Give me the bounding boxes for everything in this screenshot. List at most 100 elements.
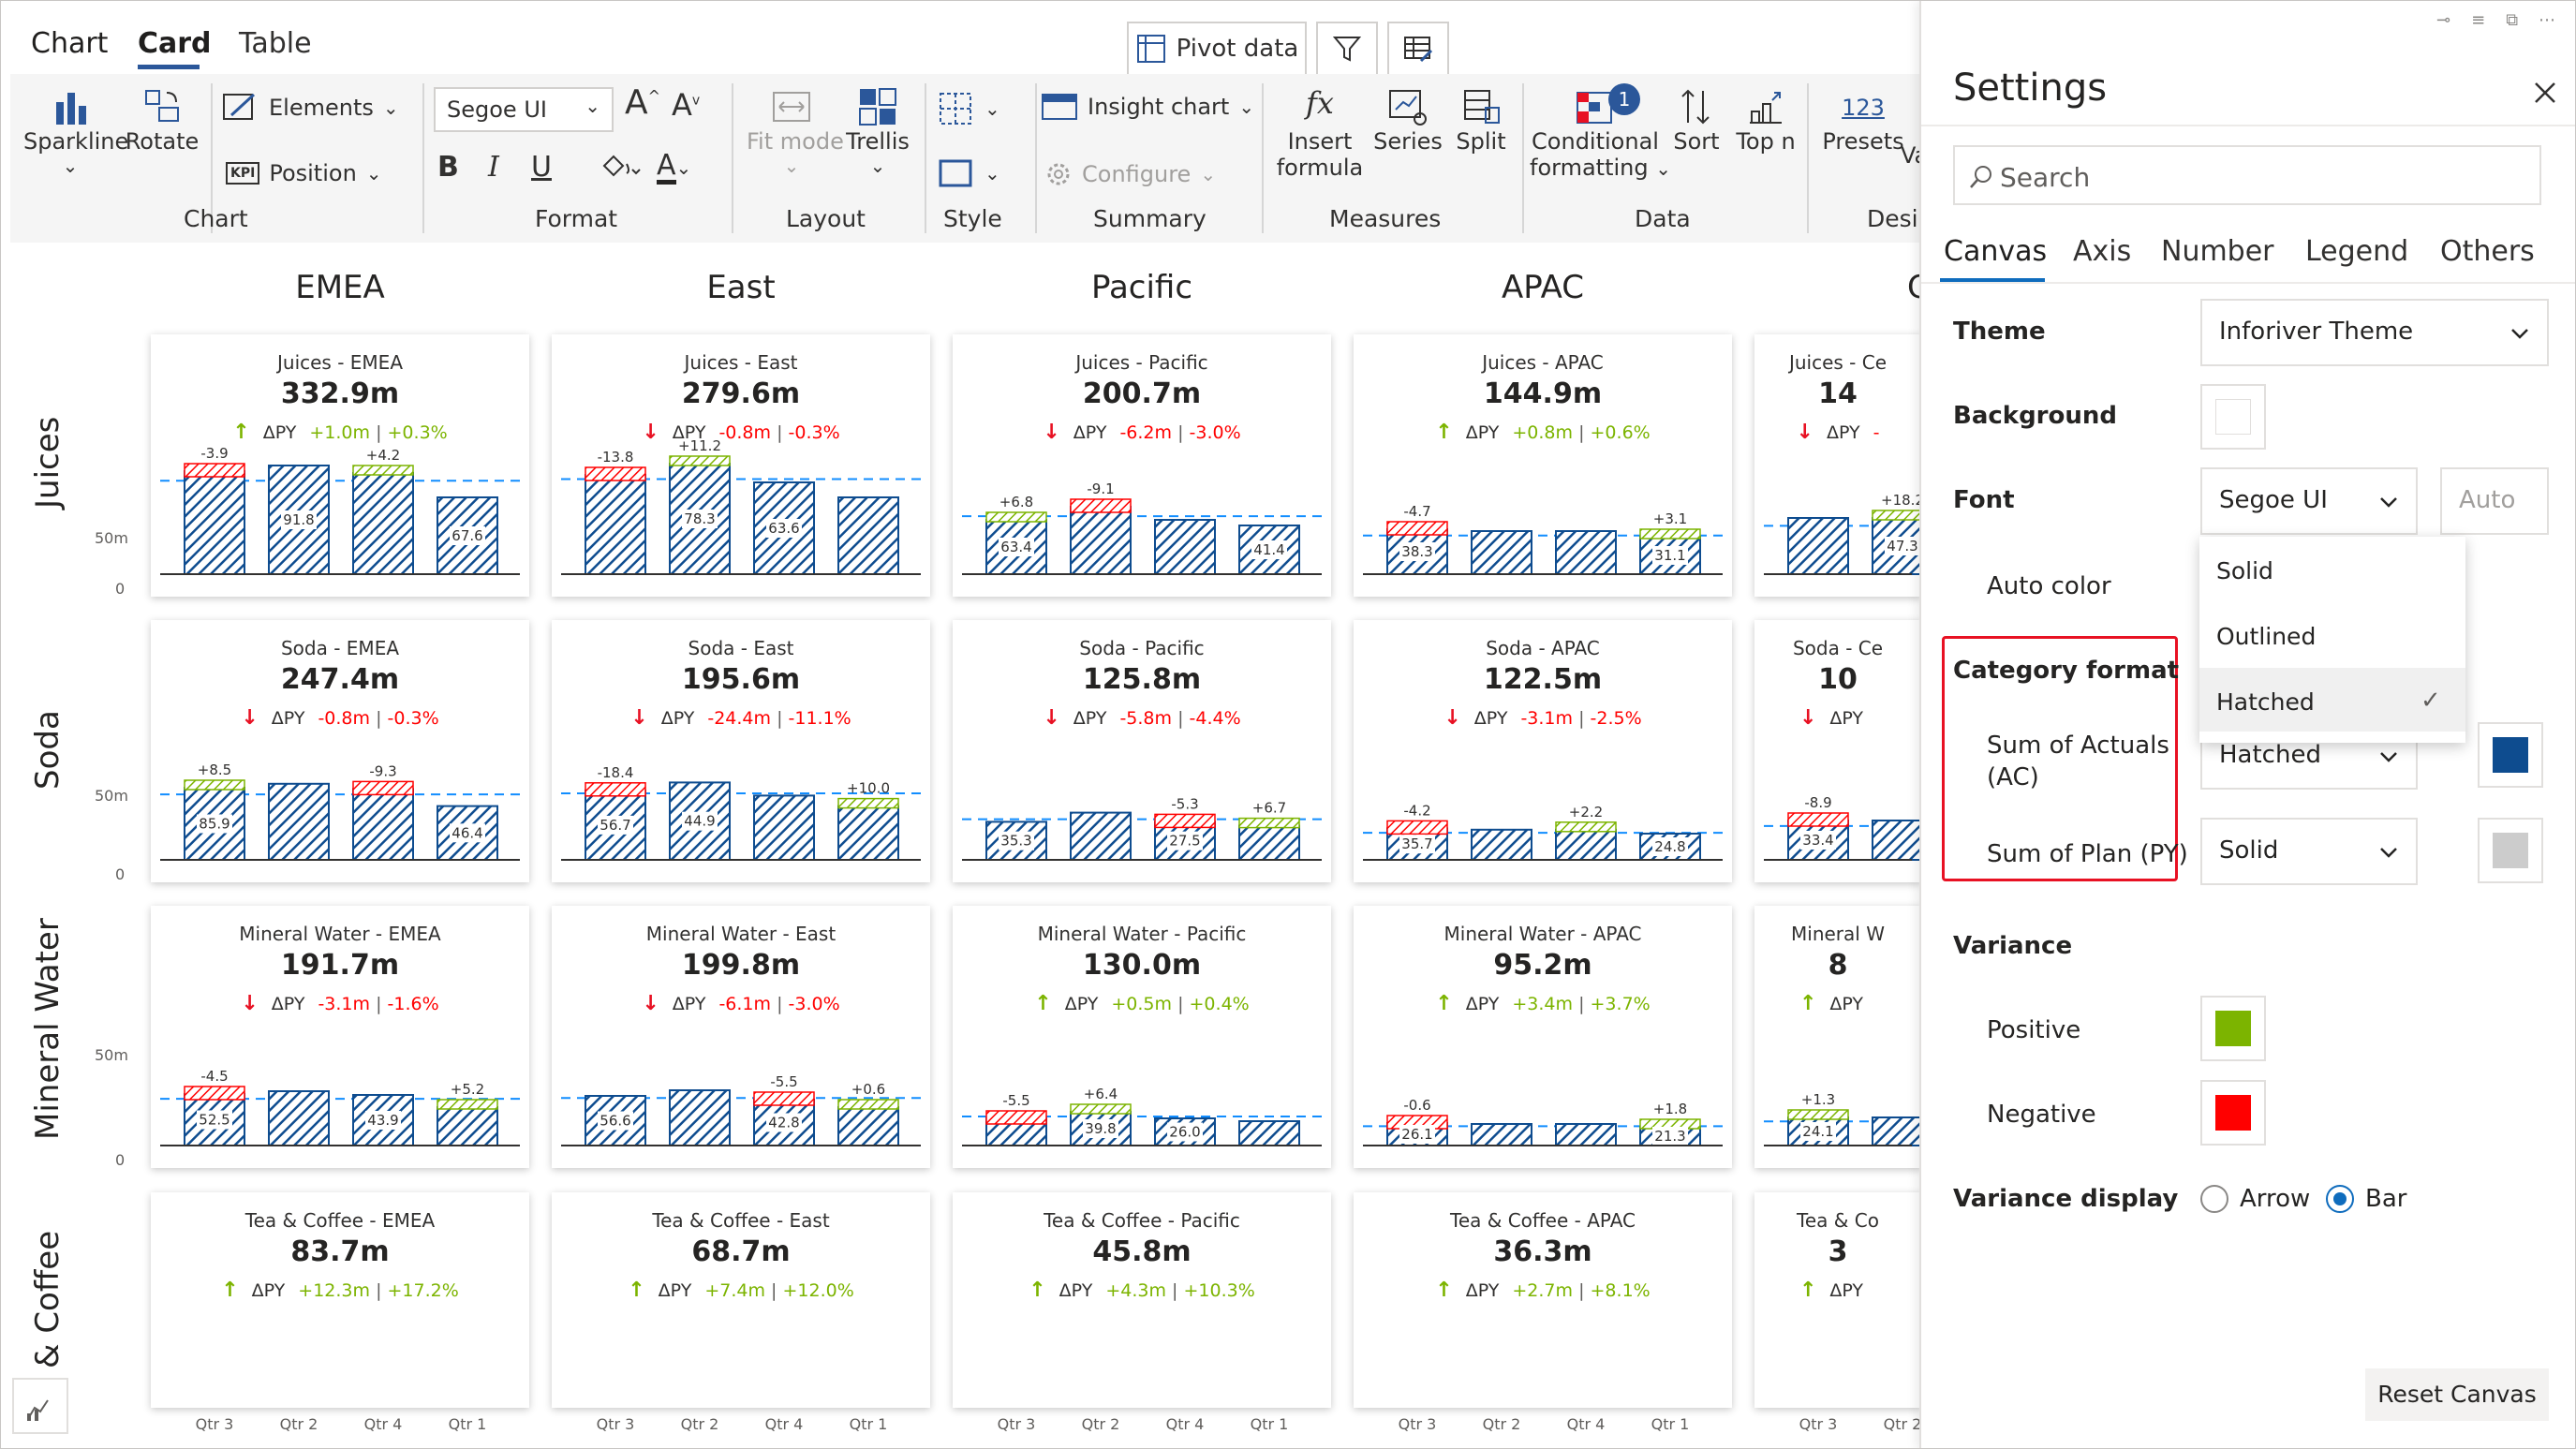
- kpi-card[interactable]: Soda - EMEA 247.4m ↓ ΔPY -0.8m | -0.3% +8.5 85…: [151, 620, 529, 882]
- variance-label: -3.9: [200, 445, 228, 462]
- menu-option-solid[interactable]: Solid: [2199, 537, 2465, 600]
- tab-card[interactable]: Card: [138, 27, 212, 60]
- kpi-card[interactable]: Mineral Water - Pacific 130.0m ↑ ΔPY +0.5m |…: [953, 906, 1331, 1168]
- value-label: 35.3: [1000, 833, 1031, 850]
- variance-label: Variance: [1953, 932, 2073, 960]
- sum-plan-format-select[interactable]: Solid: [2200, 818, 2418, 885]
- sparkline-button[interactable]: Sparkline ⌄: [23, 85, 128, 177]
- sum-actuals-format-value: Hatched: [2219, 741, 2321, 769]
- top-n-label: Top n: [1736, 128, 1796, 155]
- insert-formula-button[interactable]: fx Insert formula: [1275, 85, 1365, 181]
- positive-color-swatch[interactable]: [2200, 996, 2266, 1061]
- font-select[interactable]: Segoe UI: [2200, 467, 2418, 535]
- kpi-card[interactable]: Mineral Water - East 199.8m ↓ ΔPY -6.1m | -3…: [552, 906, 930, 1168]
- tab-table[interactable]: Table: [239, 27, 312, 60]
- settings-tab-number[interactable]: Number: [2161, 235, 2274, 268]
- font-size-input[interactable]: Auto: [2440, 467, 2549, 535]
- chevron-down-icon: ⌄: [985, 97, 1000, 120]
- search-input[interactable]: Search: [1953, 145, 2541, 205]
- filter-icon[interactable]: ≡: [2471, 10, 2485, 30]
- rotate-button[interactable]: Rotate: [123, 85, 201, 155]
- top-n-button[interactable]: Top n: [1730, 85, 1801, 155]
- value-label: 46.4: [452, 824, 482, 841]
- pin-icon[interactable]: ⊸: [2436, 10, 2450, 30]
- sort-label: Sort: [1673, 128, 1720, 155]
- close-button[interactable]: [2528, 76, 2562, 110]
- series-label: Series: [1373, 128, 1443, 155]
- expand-icon[interactable]: ⧉: [2506, 10, 2518, 30]
- card-mini-chart: +18.2 47.3: [1764, 492, 1921, 575]
- settings-tab-legend[interactable]: Legend: [2305, 235, 2408, 268]
- sum-actuals-color-swatch[interactable]: [2478, 722, 2543, 788]
- actual-bar: [1555, 530, 1617, 575]
- settings-tab-axis[interactable]: Axis: [2073, 235, 2131, 268]
- bold-button[interactable]: B: [437, 151, 459, 184]
- kpi-card[interactable]: Tea & Coffee - Pacific 45.8m ↑ ΔPY +4.3m | +…: [953, 1192, 1331, 1408]
- kpi-card[interactable]: Mineral W 8 ↑ ΔPY +1.3 24.1: [1754, 906, 1921, 1168]
- variance-bar: [1238, 817, 1300, 829]
- kpi-card[interactable]: Mineral Water - APAC 95.2m ↑ ΔPY +3.4m | +3.…: [1354, 906, 1732, 1168]
- more-icon[interactable]: ⋯: [2539, 10, 2555, 30]
- card-mini-chart: -4.7 38.3 +3.1 31.1: [1363, 503, 1723, 575]
- arrow-radio[interactable]: [2200, 1185, 2228, 1213]
- sort-button[interactable]: Sort: [1663, 85, 1730, 155]
- bar-radio[interactable]: [2326, 1185, 2354, 1213]
- negative-color-swatch[interactable]: [2200, 1080, 2266, 1146]
- kpi-card[interactable]: Soda - East 195.6m ↓ ΔPY -24.4m | -11.1% -18.…: [552, 620, 930, 882]
- tab-chart[interactable]: Chart: [31, 27, 108, 60]
- fill-color-button[interactable]: [599, 151, 642, 191]
- settings-tab-others[interactable]: Others: [2440, 235, 2535, 268]
- font-family-select[interactable]: Segoe UI ⌄: [434, 87, 614, 132]
- kpi-card[interactable]: Mineral Water - EMEA 191.7m ↓ ΔPY -3.1m | -1…: [151, 906, 529, 1168]
- background-color-swatch[interactable]: [2200, 384, 2266, 450]
- elements-button[interactable]: Elements ⌄: [222, 91, 399, 125]
- split-button[interactable]: Split: [1447, 85, 1515, 155]
- theme-select[interactable]: Inforiver Theme: [2200, 299, 2549, 366]
- settings-tab-canvas[interactable]: Canvas: [1944, 235, 2047, 268]
- sum-plan-color-swatch[interactable]: [2478, 818, 2543, 883]
- kpi-card[interactable]: Tea & Coffee - East 68.7m ↑ ΔPY +7.4m | +12.…: [552, 1192, 930, 1408]
- series-button[interactable]: Series: [1370, 85, 1445, 155]
- trellis-button[interactable]: Trellis ⌄: [842, 85, 913, 177]
- insight-chart-button[interactable]: Insight chart ⌄: [1041, 91, 1254, 123]
- fit-mode-label: Fit mode: [747, 128, 844, 155]
- kpi-card[interactable]: Juices - APAC 144.9m ↑ ΔPY +0.8m | +0.6% -4.7…: [1354, 334, 1732, 597]
- reset-canvas-button[interactable]: Reset Canvas: [2365, 1368, 2549, 1421]
- kpi-card[interactable]: Juices - Pacific 200.7m ↓ ΔPY -6.2m | -3.0% +…: [953, 334, 1331, 597]
- conditional-formatting-button[interactable]: Conditional formatting ⌄: [1530, 85, 1671, 181]
- style-border-button[interactable]: ⌄: [938, 158, 1000, 188]
- negative-label: Negative: [1987, 1101, 2096, 1129]
- configure-button[interactable]: Configure ⌄: [1044, 160, 1216, 188]
- kpi-card[interactable]: Juices - Ce 14 ↓ ΔPY - +18.2 47.3: [1754, 334, 1921, 597]
- increase-font-button[interactable]: A^: [625, 83, 660, 122]
- chevron-down-icon: ⌄: [382, 96, 399, 119]
- underline-button[interactable]: U: [531, 151, 552, 184]
- checkmark-icon: ✓: [2421, 687, 2441, 715]
- series-icon: [1389, 90, 1427, 126]
- card-title: Tea & Coffee - EMEA: [244, 1209, 436, 1232]
- card-title: Tea & Co: [1797, 1209, 1879, 1232]
- italic-button[interactable]: I: [488, 151, 499, 184]
- pivot-data-button[interactable]: Pivot data: [1127, 22, 1307, 76]
- decrease-font-button[interactable]: Av: [672, 87, 700, 123]
- font-color-button[interactable]: A⌄: [657, 149, 691, 185]
- position-button[interactable]: KPI Position ⌄: [226, 160, 382, 186]
- fit-mode-button[interactable]: Fit mode ⌄: [747, 85, 844, 177]
- edit-table-button[interactable]: [1387, 22, 1449, 76]
- style-grid-button[interactable]: ⌄: [938, 91, 1000, 126]
- kpi-card[interactable]: Soda - Pacific 125.8m ↓ ΔPY -5.8m | -4.4% 35.…: [953, 620, 1331, 882]
- kpi-card[interactable]: Tea & Coffee - EMEA 83.7m ↑ ΔPY +12.3m | +17…: [151, 1192, 529, 1408]
- inforiver-logo-button[interactable]: [12, 1378, 68, 1434]
- kpi-card[interactable]: Juices - East 279.6m ↓ ΔPY -0.8m | -0.3% -13.…: [552, 334, 930, 597]
- kpi-card[interactable]: Tea & Coffee - APAC 36.3m ↑ ΔPY +2.7m | +8.1…: [1354, 1192, 1732, 1408]
- column-header-apac: APAC: [1502, 269, 1584, 306]
- quarter-label: Qtr 2: [1482, 1415, 1521, 1433]
- filter-button[interactable]: [1316, 22, 1378, 76]
- kpi-card[interactable]: Juices - EMEA 332.9m ↑ ΔPY +1.0m | +0.3% -3.9…: [151, 334, 529, 597]
- presets-button[interactable]: 123 Presets: [1816, 85, 1910, 155]
- kpi-card[interactable]: Soda - APAC 122.5m ↓ ΔPY -3.1m | -2.5% -4.2 35…: [1354, 620, 1732, 882]
- actual-bar: [669, 1089, 731, 1146]
- kpi-card[interactable]: Soda - Ce 10 ↓ ΔPY -8.9 33.4: [1754, 620, 1921, 882]
- kpi-card[interactable]: Tea & Co 3 ↑ ΔPY: [1754, 1192, 1921, 1408]
- menu-option-outlined[interactable]: Outlined: [2199, 602, 2465, 666]
